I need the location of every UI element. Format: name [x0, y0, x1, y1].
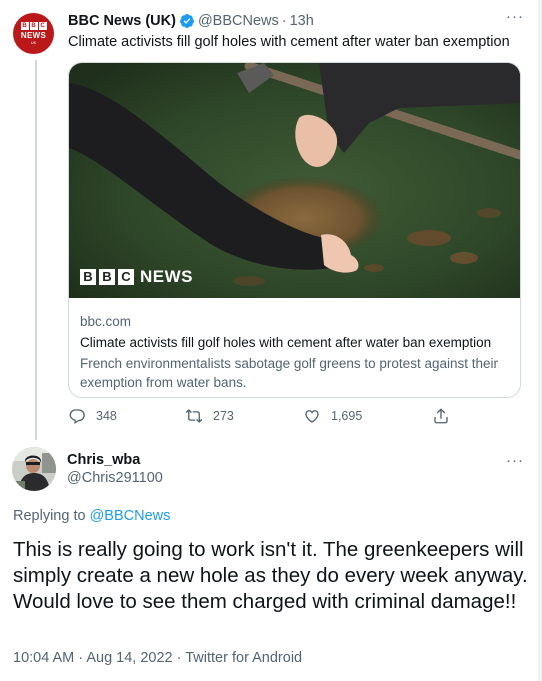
- tweet-actions: 348 273 1,695: [68, 407, 458, 427]
- avatar-region-text: UK: [30, 40, 37, 45]
- display-name[interactable]: Chris_wba: [67, 451, 140, 469]
- card-image[interactable]: B B C NEWS: [69, 63, 520, 298]
- parent-tweet[interactable]: B B C NEWS UK BBC News (UK) @BBCNews · 1…: [0, 0, 538, 440]
- golf-green-photo: [69, 63, 520, 298]
- thread-connector-line: [35, 60, 37, 440]
- retweet-count: 273: [213, 409, 234, 423]
- avatar-news-text: NEWS: [20, 31, 47, 40]
- tweet-text: This is really going to work isn't it. T…: [13, 538, 528, 613]
- more-icon[interactable]: ···: [506, 453, 524, 468]
- separator-dot: ·: [281, 13, 287, 29]
- logo-word: NEWS: [140, 267, 193, 286]
- timeline-border: [538, 0, 542, 681]
- share-icon: [434, 408, 448, 424]
- reply-button[interactable]: 348: [68, 407, 117, 425]
- verified-badge-icon: [179, 14, 194, 28]
- handle[interactable]: @Chris291100: [67, 469, 163, 487]
- avatar[interactable]: [12, 447, 56, 491]
- avatar-letter: B: [20, 22, 29, 30]
- card-domain: bbc.com: [80, 314, 132, 329]
- avatar[interactable]: B B C NEWS UK: [13, 13, 54, 54]
- like-button[interactable]: 1,695: [303, 407, 362, 425]
- logo-letter: B: [80, 269, 96, 285]
- timestamp[interactable]: 13h: [290, 13, 314, 29]
- replying-prefix: Replying to: [13, 508, 86, 524]
- card-description: French environmentalists sabotage golf g…: [80, 356, 498, 390]
- reply-icon: [69, 409, 85, 425]
- tweet-header: BBC News (UK) @BBCNews · 13h: [68, 12, 314, 30]
- logo-letter: B: [99, 269, 115, 285]
- reply-count: 348: [96, 409, 117, 423]
- logo-letter: C: [118, 269, 134, 285]
- replying-to: Replying to @BBCNews: [13, 507, 170, 525]
- link-card[interactable]: B B C NEWS bbc.com Climate activists fil…: [68, 62, 521, 398]
- handle[interactable]: @BBCNews: [198, 13, 279, 29]
- share-button[interactable]: [432, 407, 450, 425]
- more-icon[interactable]: ···: [506, 9, 524, 24]
- profile-photo: [12, 447, 56, 491]
- reply-tweet[interactable]: Chris_wba @Chris291100 ··· Replying to @…: [0, 438, 538, 681]
- card-body[interactable]: bbc.com Climate activists fill golf hole…: [69, 299, 520, 392]
- like-count: 1,695: [331, 409, 363, 423]
- display-name[interactable]: BBC News (UK): [68, 13, 176, 29]
- tweet-meta[interactable]: 10:04 AM · Aug 14, 2022 · Twitter for An…: [13, 649, 302, 667]
- retweet-button[interactable]: 273: [185, 407, 234, 425]
- card-title: Climate activists fill golf holes with c…: [80, 335, 492, 350]
- bbc-news-logo: B B C NEWS: [80, 267, 193, 287]
- retweet-icon: [185, 409, 203, 423]
- avatar-logo-boxes: B B C: [20, 22, 47, 30]
- avatar-letter: C: [38, 22, 47, 30]
- tweet-text: Climate activists fill golf holes with c…: [68, 34, 510, 50]
- heart-icon: [305, 410, 319, 423]
- mention-link[interactable]: @BBCNews: [90, 508, 171, 524]
- avatar-letter: B: [29, 22, 38, 30]
